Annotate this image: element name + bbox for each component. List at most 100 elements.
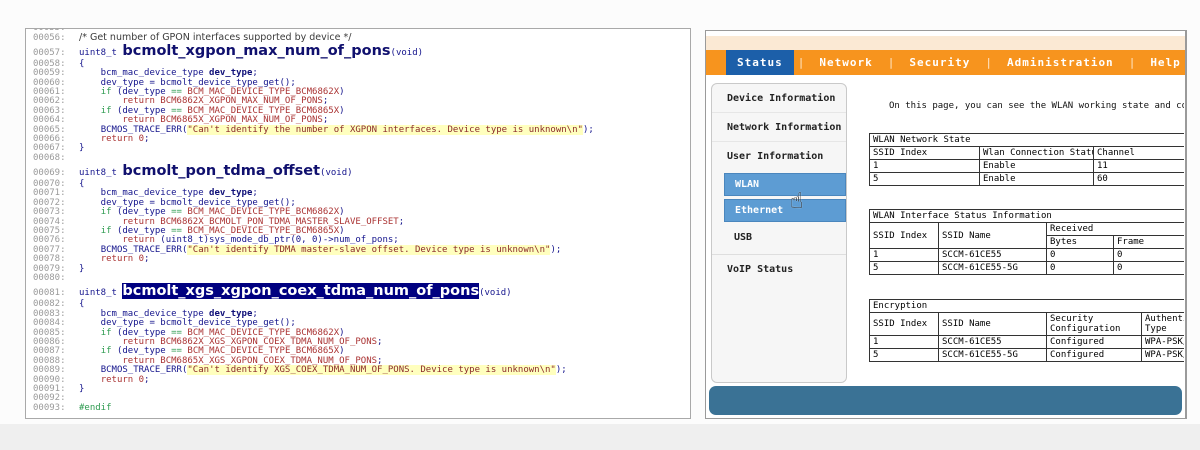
- code-line: 00056:/* Get number of GPON interfaces s…: [33, 33, 690, 42]
- column-header: Authentication Type: [1142, 313, 1185, 336]
- table-row: 1Enable11: [870, 160, 1185, 173]
- footer-bar: [709, 386, 1182, 415]
- table-cell: Enable: [980, 173, 1094, 186]
- table-cell: Configured: [1047, 349, 1142, 362]
- code-token: ;: [399, 217, 404, 227]
- code-token: /* Get number of GPON interfaces support…: [79, 32, 351, 43]
- code-token: return 0: [101, 375, 144, 385]
- table-cell: 11: [1094, 160, 1185, 173]
- code-token: ): [339, 106, 344, 116]
- function-name[interactable]: bcmolt_xgpon_max_num_of_pons: [122, 43, 390, 59]
- table-cell: 5: [870, 349, 939, 362]
- column-header: SSID Index: [870, 313, 939, 336]
- code-token: );: [556, 365, 567, 375]
- mouse-cursor-hand-icon: ☝: [790, 189, 803, 214]
- sidebar-subitem-ethernet[interactable]: Ethernet: [724, 199, 846, 222]
- code-line: 00092:: [33, 394, 690, 403]
- column-header: Channel: [1094, 147, 1185, 160]
- code-line: 00093:#endif: [33, 404, 690, 413]
- table-cell: 0: [1114, 262, 1185, 275]
- code-line: 00080:: [33, 274, 690, 283]
- sidebar-item-network-information[interactable]: Network Information: [712, 113, 846, 142]
- column-header: SSID Index: [870, 147, 980, 160]
- table-title: WLAN Interface Status Information: [870, 210, 1185, 223]
- code-token: );: [583, 125, 594, 135]
- column-header: SSID Name: [939, 313, 1047, 336]
- column-header: SSID Name: [939, 223, 1047, 249]
- code-line: 00078: return 0;: [33, 255, 690, 264]
- table-row: 5SCCM-61CE55-5GConfiguredWPA-PSK/WPA2-PS…: [870, 349, 1185, 362]
- code-line: 00079:}: [33, 265, 690, 274]
- sidebar-item-user-information[interactable]: User Information: [712, 142, 846, 170]
- table-cell: SCCM-61CE55-5G: [939, 262, 1047, 275]
- table-cell: 60: [1094, 173, 1185, 186]
- code-lines: 00055:00056:/* Get number of GPON interf…: [33, 28, 690, 413]
- table-cell: 1: [870, 336, 939, 349]
- table-cell: 0: [1047, 262, 1114, 275]
- tab-security[interactable]: Security: [898, 50, 981, 75]
- code-token: (void): [391, 48, 424, 58]
- code-token: uint8_t: [79, 48, 122, 58]
- code-token: (void): [479, 288, 512, 298]
- code-token: ;: [144, 134, 149, 144]
- tab-help[interactable]: Help: [1139, 50, 1187, 75]
- sidebar-subitem-wlan[interactable]: WLAN: [724, 173, 846, 196]
- top-banner-strip: [706, 36, 1185, 50]
- code-line: 00081:uint8_t bcmolt_xgs_xgpon_coex_tdma…: [33, 283, 690, 300]
- code-token: "Can't identify the number of XGPON inte…: [187, 125, 583, 135]
- line-number: 00080:: [33, 274, 73, 283]
- code-line: 00057:uint8_t bcmolt_xgpon_max_num_of_po…: [33, 43, 690, 60]
- table-cell: Enable: [980, 160, 1094, 173]
- code-token: "Can't identify XGS_COEX_TDMA_NUM_OF_PON…: [187, 365, 555, 375]
- table-title: WLAN Network State: [870, 134, 1185, 147]
- table-cell: SCCM-61CE55: [939, 336, 1047, 349]
- column-header: Security Configuration: [1047, 313, 1142, 336]
- sidebar: Device Information Network Information U…: [711, 83, 847, 383]
- code-line: 00068:: [33, 154, 690, 163]
- code-token: (uint8_t)sys_mode_db_ptr(0, 0)->num_of_p…: [155, 235, 399, 245]
- code-line: 00091:}: [33, 385, 690, 394]
- table-cell: 5: [870, 262, 939, 275]
- table-title: Encryption: [870, 300, 1185, 313]
- table-cell: 1: [870, 249, 939, 262]
- sidebar-subitem-usb[interactable]: USB: [724, 228, 846, 246]
- tab-network[interactable]: Network: [808, 50, 883, 75]
- code-token: uint8_t: [79, 288, 122, 298]
- table-cell: 5: [870, 173, 980, 186]
- code-token: ;: [377, 337, 382, 347]
- function-name[interactable]: bcmolt_pon_tdma_offset: [122, 163, 320, 179]
- code-token: return 0: [101, 134, 144, 144]
- tab-status[interactable]: Status: [726, 50, 794, 75]
- code-line: 00090: return 0;: [33, 376, 690, 385]
- tab-separator: |: [1125, 50, 1140, 75]
- code-line: 00066: return 0;: [33, 135, 690, 144]
- column-header: SSID Index: [870, 223, 939, 249]
- code-token: }: [79, 384, 84, 394]
- tab-separator: |: [884, 50, 899, 75]
- code-token: );: [550, 245, 561, 255]
- table-wlan-network-state: WLAN Network StateSSID IndexWlan Connect…: [869, 133, 1184, 186]
- column-header: Frame: [1114, 236, 1185, 249]
- code-token: ;: [144, 254, 149, 264]
- column-header: Wlan Connection Status: [980, 147, 1094, 160]
- table-row: 1SCCM-61CE55ConfiguredWPA-PSK/WPA2-PSK: [870, 336, 1185, 349]
- table-row: 1SCCM-61CE5500: [870, 249, 1185, 262]
- main-nav-bar: Status|Network|Security|Administration|H…: [706, 50, 1185, 75]
- code-token: #endif: [79, 403, 112, 413]
- function-name[interactable]: bcmolt_xgs_xgpon_coex_tdma_num_of_pons: [122, 283, 479, 299]
- table-cell: SCCM-61CE55: [939, 249, 1047, 262]
- sidebar-item-voip-status[interactable]: VoIP Status: [712, 255, 846, 283]
- table-encryption: EncryptionSSID IndexSSID NameSecurity Co…: [869, 299, 1184, 362]
- code-line: 00067:}: [33, 144, 690, 153]
- table-cell: 0: [1114, 249, 1185, 262]
- sidebar-item-device-information[interactable]: Device Information: [712, 84, 846, 113]
- code-token: }: [79, 264, 84, 274]
- background-strip: [0, 424, 1200, 450]
- code-token: ;: [144, 375, 149, 385]
- table-cell: Configured: [1047, 336, 1142, 349]
- tab-administration[interactable]: Administration: [996, 50, 1125, 75]
- table-wlan-interface-status: WLAN Interface Status InformationSSID In…: [869, 209, 1184, 275]
- code-token: ;: [323, 115, 328, 125]
- code-token: ): [339, 87, 344, 97]
- table-cell: SCCM-61CE55-5G: [939, 349, 1047, 362]
